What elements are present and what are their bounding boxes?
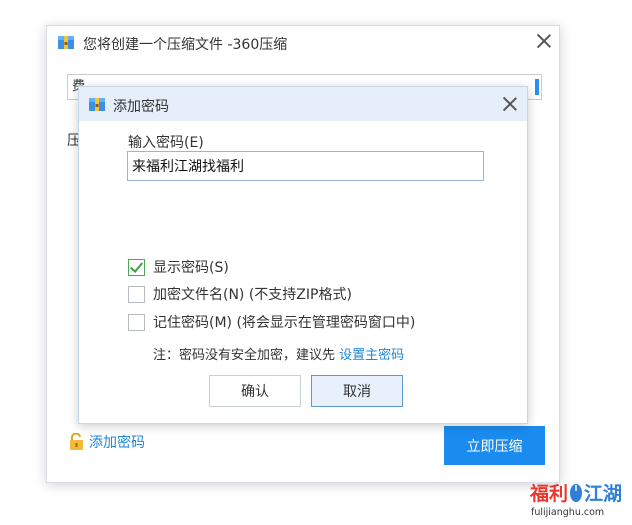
main-titlebar[interactable]: 您将创建一个压缩文件 -360压缩 — [47, 26, 559, 60]
password-input[interactable] — [127, 151, 484, 181]
main-dialog-title: 您将创建一个压缩文件 -360压缩 — [83, 37, 288, 53]
password-close-icon[interactable] — [502, 96, 518, 112]
archive-app-icon — [89, 98, 105, 111]
watermark-logo: 福利 江湖 fulijianghu.com — [529, 482, 622, 518]
show-password-label: 显示密码(S) — [153, 260, 229, 276]
main-close-icon[interactable] — [536, 33, 552, 49]
browse-icon[interactable] — [535, 79, 539, 95]
password-input-label: 输入密码(E) — [128, 135, 204, 151]
password-dialog-title: 添加密码 — [113, 99, 169, 115]
security-note-text: 注：密码没有安全加密，建议先 — [153, 348, 340, 363]
screen: 您将创建一个压缩文件 -360压缩 费 压 添加密码 立即压缩 — [0, 0, 632, 525]
cancel-button[interactable]: 取消 — [311, 375, 403, 407]
encrypt-filename-checkbox[interactable] — [128, 285, 145, 303]
remember-password-checkbox[interactable] — [128, 313, 145, 331]
password-titlebar[interactable]: 添加密码 — [79, 87, 527, 121]
show-password-option[interactable]: 显示密码(S) — [128, 257, 229, 277]
watermark-text: 福利 — [529, 482, 568, 505]
unlock-icon — [70, 433, 83, 450]
remember-password-label: 记住密码(M) (将会显示在管理密码窗口中) — [153, 315, 416, 331]
show-password-checkbox[interactable] — [128, 258, 145, 276]
add-password-label: 添加密码 — [89, 435, 145, 451]
security-note: 注：密码没有安全加密，建议先 设置主密码 — [153, 344, 404, 363]
watermark-url: fulijianghu.com — [531, 507, 604, 518]
set-master-password-link[interactable]: 设置主密码 — [339, 348, 404, 363]
confirm-button[interactable]: 确认 — [209, 375, 301, 407]
compress-now-button[interactable]: 立即压缩 — [444, 426, 545, 465]
svg-text:江湖: 江湖 — [584, 483, 622, 505]
remember-password-option[interactable]: 记住密码(M) (将会显示在管理密码窗口中) — [128, 312, 415, 332]
add-password-link[interactable]: 添加密码 — [69, 431, 145, 453]
archive-app-icon — [58, 36, 74, 49]
add-password-dialog: 添加密码 输入密码(E) 显示密码(S) 加密文件名(N) (不支持ZIP格式)… — [78, 86, 528, 424]
encrypt-filename-label: 加密文件名(N) (不支持ZIP格式) — [153, 287, 352, 303]
encrypt-filename-option[interactable]: 加密文件名(N) (不支持ZIP格式) — [128, 284, 352, 304]
